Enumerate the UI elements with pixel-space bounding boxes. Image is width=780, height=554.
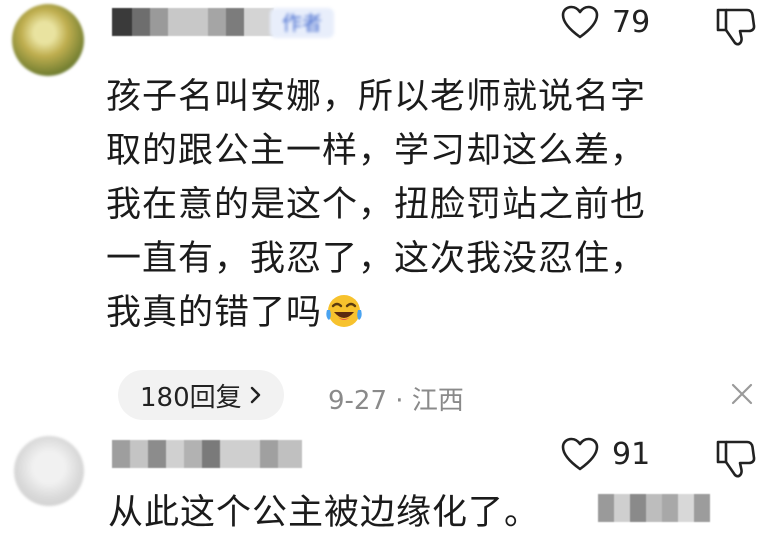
chevron-right-icon [250, 386, 260, 404]
author-badge: 作者 [270, 8, 334, 38]
close-icon[interactable] [728, 380, 756, 408]
comment-line-last: 我真的错了吗 [106, 286, 746, 340]
replies-button[interactable]: 180回复 [118, 370, 284, 420]
avatar[interactable] [14, 436, 84, 506]
comment-text: 从此这个公主被边缘化了。 [108, 493, 541, 533]
comment-line: 我真的错了吗 [106, 293, 323, 333]
username-pixelated[interactable] [112, 440, 302, 468]
thumbs-down-icon[interactable] [714, 6, 758, 48]
comment-line: 取的跟公主一样，学习却这么差， [106, 131, 647, 171]
comment-location: 江西 [411, 386, 464, 416]
meta-separator: · [395, 386, 404, 416]
like-count: 79 [612, 4, 651, 40]
avatar[interactable] [12, 4, 84, 76]
replies-label: 180回复 [140, 382, 242, 413]
heart-outline-icon[interactable] [560, 4, 600, 40]
thumbs-down-icon[interactable] [714, 438, 758, 480]
like-group[interactable]: 91 [560, 436, 650, 472]
comment-line: 孩子名叫安娜，所以老师就说名字 [106, 77, 647, 117]
heart-outline-icon[interactable] [560, 436, 600, 472]
comment-meta: 9-27 · 江西 [328, 380, 464, 417]
comment-line: 一直有，我忍了，这次我没忍住， [106, 239, 647, 279]
comment-date: 9-27 [328, 386, 388, 416]
comment-line: 我在意的是这个，扭脸罚站之前也 [106, 185, 647, 225]
like-count: 91 [612, 436, 651, 472]
like-group[interactable]: 79 [560, 4, 650, 40]
laughing-crying-emoji [326, 295, 362, 327]
username-pixelated[interactable] [112, 8, 274, 36]
comment-text: 孩子名叫安娜，所以老师就说名字 取的跟公主一样，学习却这么差， 我在意的是这个，… [106, 70, 746, 340]
pixelated-content [598, 494, 710, 522]
